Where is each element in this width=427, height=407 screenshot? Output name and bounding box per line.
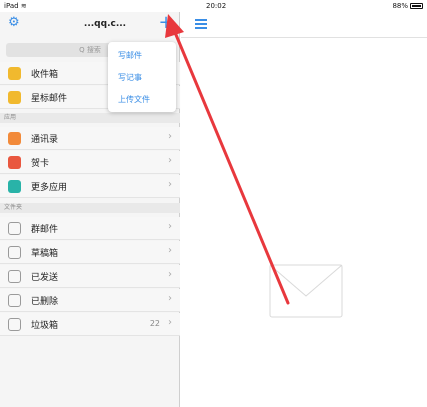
sidebar-item-label: 垃圾箱 <box>31 321 59 331</box>
sidebar-item-label: 已发送 <box>31 273 59 283</box>
sidebar-item-spam[interactable]: 垃圾箱 22 › <box>0 313 180 336</box>
sidebar-item-label: 收件箱 <box>31 70 59 80</box>
star-icon <box>8 91 21 104</box>
wifi-icon: ≋ <box>20 2 27 10</box>
main-pane <box>181 12 427 407</box>
inbox-icon <box>8 67 21 80</box>
gear-icon[interactable]: ⚙ <box>8 16 22 30</box>
compose-dropdown-menu: 写邮件 写记事 上传文件 <box>108 42 176 112</box>
chevron-right-icon: › <box>168 317 172 328</box>
menu-icon[interactable] <box>195 19 207 29</box>
sidebar-item-label: 草稿箱 <box>31 249 59 259</box>
battery-percent: 88% <box>392 2 408 10</box>
chevron-right-icon: › <box>168 179 172 190</box>
menu-item-write-mail[interactable]: 写邮件 <box>118 50 142 61</box>
sidebar-item-label: 群邮件 <box>31 225 59 235</box>
trash-icon <box>8 294 21 307</box>
chevron-right-icon: › <box>168 293 172 304</box>
sidebar-item-deleted[interactable]: 已删除 › <box>0 289 180 312</box>
menu-item-write-note[interactable]: 写记事 <box>118 72 142 83</box>
sidebar-header: ⚙ ...qq.c... + <box>0 12 180 38</box>
sidebar-item-sent[interactable]: 已发送 › <box>0 265 180 288</box>
chevron-right-icon: › <box>168 155 172 166</box>
chevron-right-icon: › <box>168 269 172 280</box>
empty-mail-icon <box>269 264 343 318</box>
apps-icon <box>8 180 21 193</box>
sidebar-item-label: 通讯录 <box>31 135 59 145</box>
battery-icon <box>410 3 423 9</box>
battery-status: 88% <box>392 0 423 12</box>
section-header-folders: 文件夹 <box>0 203 180 213</box>
section-header-apps: 应用 <box>0 113 180 123</box>
sidebar-item-drafts[interactable]: 草稿箱 › <box>0 241 180 264</box>
sidebar-item-label: 星标邮件 <box>31 94 68 104</box>
sidebar-item-contacts[interactable]: 通讯录 › <box>0 127 180 150</box>
main-header <box>181 12 427 38</box>
chevron-right-icon: › <box>168 131 172 142</box>
spam-icon <box>8 318 21 331</box>
drafts-icon <box>8 246 21 259</box>
menu-item-upload-file[interactable]: 上传文件 <box>118 94 150 105</box>
device-label: iPad ≋ <box>4 2 27 10</box>
chevron-right-icon: › <box>168 221 172 232</box>
status-bar: iPad ≋ 20:02 88% <box>0 0 427 12</box>
contacts-icon <box>8 132 21 145</box>
card-icon <box>8 156 21 169</box>
chevron-right-icon: › <box>168 245 172 256</box>
sidebar-item-label: 贺卡 <box>31 159 50 169</box>
compose-plus-button[interactable]: + <box>158 14 174 32</box>
sidebar-item-group-mail[interactable]: 群邮件 › <box>0 217 180 240</box>
sidebar-item-card[interactable]: 贺卡 › <box>0 151 180 174</box>
sidebar-item-label: 更多应用 <box>31 183 68 193</box>
account-name[interactable]: ...qq.c... <box>60 19 150 29</box>
status-time: 20:02 <box>206 2 227 10</box>
group-mail-icon <box>8 222 21 235</box>
sidebar-item-more-apps[interactable]: 更多应用 › <box>0 175 180 198</box>
unread-count: 22 <box>149 319 160 328</box>
sent-icon <box>8 270 21 283</box>
sidebar-item-label: 已删除 <box>31 297 59 307</box>
